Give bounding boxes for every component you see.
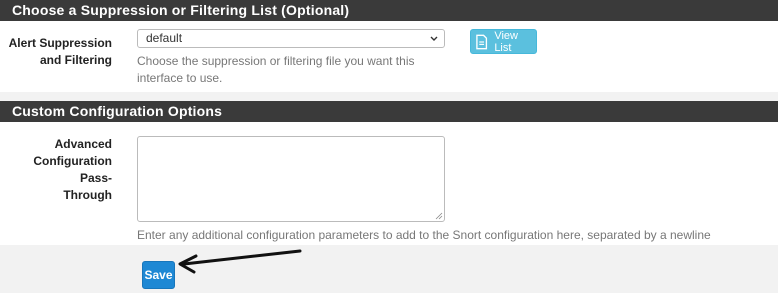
- view-list-button[interactable]: View List: [470, 29, 537, 54]
- resize-grip-icon[interactable]: [435, 212, 443, 220]
- suppression-section-title: Choose a Suppression or Filtering List (…: [0, 0, 778, 21]
- chevron-down-icon: [430, 36, 438, 41]
- alert-suppression-label: Alert Suppression and Filtering: [8, 36, 112, 67]
- suppression-help-text: Choose the suppression or filtering file…: [137, 54, 415, 85]
- advanced-config-label: Advanced Configuration Pass- Through: [33, 137, 112, 202]
- annotation-arrow-icon: [178, 249, 302, 274]
- view-list-label: View List: [494, 29, 518, 54]
- advanced-config-help-text: Enter any additional configuration param…: [137, 228, 711, 242]
- custom-config-section-title: Custom Configuration Options: [0, 101, 778, 122]
- suppression-list-select-value: default: [146, 31, 183, 45]
- advanced-config-textarea[interactable]: [137, 136, 445, 222]
- document-icon: [476, 34, 488, 49]
- suppression-list-select[interactable]: default: [137, 29, 445, 48]
